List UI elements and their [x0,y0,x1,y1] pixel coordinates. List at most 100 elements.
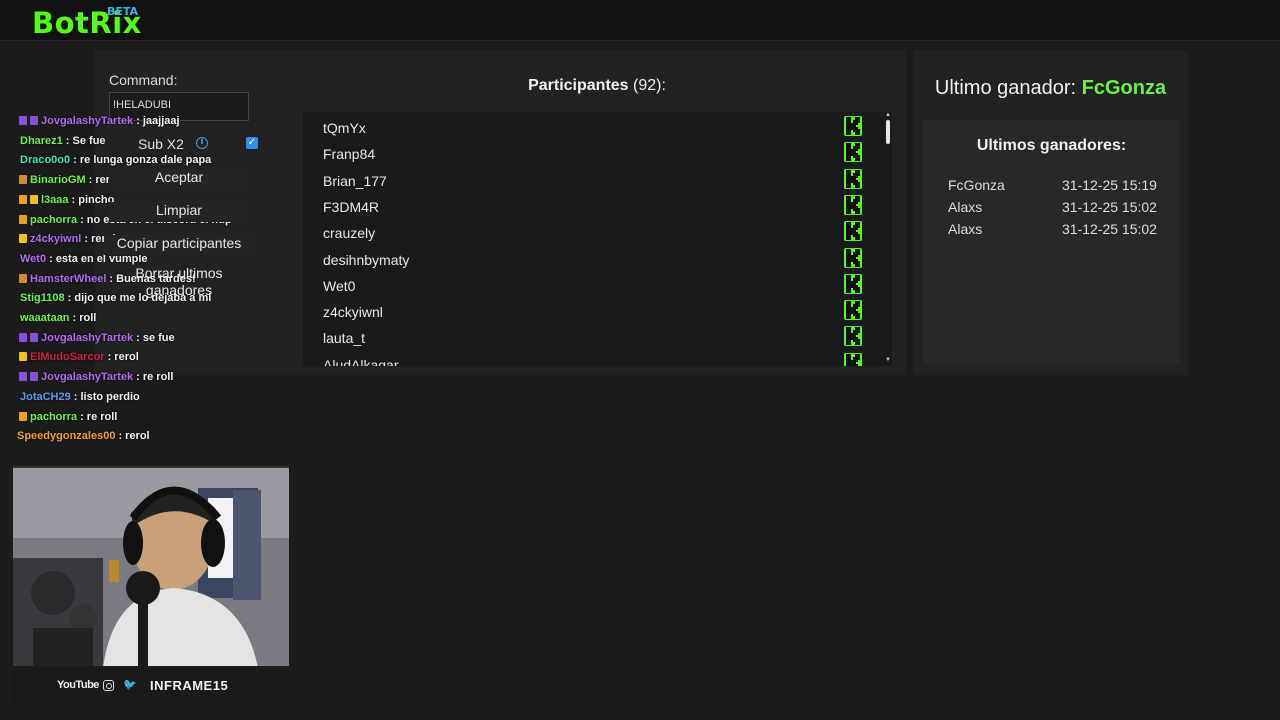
participants-title: Participantes (92): [303,77,891,95]
participant-name: Franp84 [323,146,376,163]
chat-text: : Se fue [65,134,106,147]
chat-badge-icon [30,332,38,342]
participant-row[interactable]: z4ckyiwnl [303,297,884,323]
chat-username: Wet0 [20,252,47,265]
winners-history-box [923,120,1180,365]
webcam-feed [13,466,289,666]
chat-username: JovgalashyTartek [41,371,134,384]
copy-participants-button[interactable]: Copiar participantes [104,235,254,255]
participant-row[interactable]: desihnbymaty [303,245,884,271]
winner-history-time: 31-12-25 15:02 [1062,199,1157,215]
scrollbar-thumb[interactable] [886,120,890,144]
chat-username: JotaCH29 [20,390,71,403]
info-icon[interactable]: i [196,137,208,149]
last-winner-name: FcGonza [1081,77,1167,99]
top-bar [0,0,1280,41]
chat-message: Dharez1: Se fue [20,135,106,153]
participant-name: z4ckyiwnl [323,304,383,321]
participant-row[interactable]: crauzely [303,218,884,244]
kick-platform-icon [844,142,862,163]
chat-username: ElMudoSarcor [30,351,105,364]
sub-x2-label: Sub X2 [138,136,184,152]
clear-button[interactable]: Limpiar [109,202,249,222]
chat-message: z4ckyiwnl: rerol [19,233,116,251]
participants-scrollbar[interactable] [884,112,892,366]
winner-history-name: Alaxs [948,221,983,237]
participant-name: Brian_177 [323,172,387,189]
participant-name: AludAlkagar [323,356,399,366]
chat-text: : rerol [118,430,150,443]
chat-badge-icon [19,352,27,362]
chat-badge-icon [30,194,38,204]
chat-text: : re roll [136,371,174,384]
participants-label: Participantes [528,77,629,94]
chat-username: HamsterWheel [30,272,107,285]
chat-badge-icon [19,116,27,125]
kick-platform-icon [844,116,862,136]
command-label: Command: [109,72,178,88]
kick-platform-icon [844,194,862,215]
chat-username: waaataan [20,312,70,324]
participant-name: desihnbymaty [323,251,410,268]
scroll-up-icon[interactable]: ▲ [885,112,891,118]
accept-button[interactable]: Aceptar [109,169,249,189]
participant-row[interactable]: Brian_177 [303,166,884,192]
chat-message: JotaCH29: listo perdio [20,391,140,409]
chat-username: Stig1108 [20,292,65,305]
participant-row[interactable]: tQmYx [303,113,884,139]
winner-history-time: 31-12-25 15:19 [1062,177,1157,193]
last-winner-heading: Ultimo ganador: FcGonza [913,77,1188,100]
chat-message: JovgalashyTartek: jaajjaaj [19,115,180,133]
winner-history-name: Alaxs [948,199,983,215]
chat-message: l3aaa: pincho [19,194,114,212]
chat-username: l3aaa [41,193,69,206]
beta-badge: BETA [107,5,139,18]
winner-history-time: 31-12-25 15:02 [1062,221,1157,237]
chat-message: JovgalashyTartek: se fue [19,332,175,350]
kick-platform-icon [844,300,862,321]
participant-row[interactable]: Franp84 [303,139,884,165]
participant-row[interactable]: Wet0 [303,271,884,297]
chat-message: Speedygonzales00: rerol [17,430,150,448]
winner-history-name: FcGonza [948,177,1005,193]
sub-x2-checkbox[interactable]: ✓ [246,137,258,149]
chat-username: JovgalashyTartek [41,331,134,344]
kick-platform-icon [844,247,862,268]
chat-username: pachorra [30,213,78,226]
chat-badge-icon [19,372,27,382]
chat-username: pachorra [30,410,78,423]
kick-platform-icon [844,326,862,347]
chat-badge-icon [19,175,27,185]
chat-badge-icon [19,194,27,204]
participants-list[interactable]: tQmYx Franp84 Brian_177 F3DM4R crauzely desih… [303,112,884,366]
chat-message: BinarioGM: reroll [19,174,123,192]
participant-row[interactable]: AludAlkagar [303,350,884,366]
participant-name: tQmYx [323,120,366,136]
chat-username: Speedygonzales00 [17,430,116,443]
chat-username: Dharez1 [20,134,63,147]
chat-badge-icon [30,372,38,382]
kick-platform-icon [844,273,862,294]
participant-row[interactable]: lauta_t [303,323,884,349]
chat-message: ElMudoSarcor: rerol [19,351,139,369]
chat-badge-icon [19,214,27,224]
kick-platform-icon [844,221,862,242]
scroll-down-icon[interactable]: ▼ [885,357,891,363]
chat-text: : jaajjaaj [136,115,180,127]
chat-text: : se fue [136,331,175,344]
participant-name: lauta_t [323,330,366,347]
chat-text: : listo perdio [73,390,140,403]
delete-winners-button[interactable]: Borrar ultimos ganadores [109,265,249,301]
chat-username: z4ckyiwnl [30,233,82,246]
kick-platform-icon [844,352,862,366]
chat-text: : pincho [71,193,115,206]
chat-text: : rerol [107,351,139,364]
chat-message: waaataan: roll [20,312,96,330]
instagram-icon [103,680,114,691]
chat-badge-icon [30,116,38,125]
chat-badge-icon [19,411,27,421]
winners-history-title: Ultimos ganadores: [976,137,1127,154]
participant-row[interactable]: F3DM4R [303,192,884,218]
social-handle: INFRAME15 [150,678,229,693]
chat-badge-icon [19,234,27,244]
